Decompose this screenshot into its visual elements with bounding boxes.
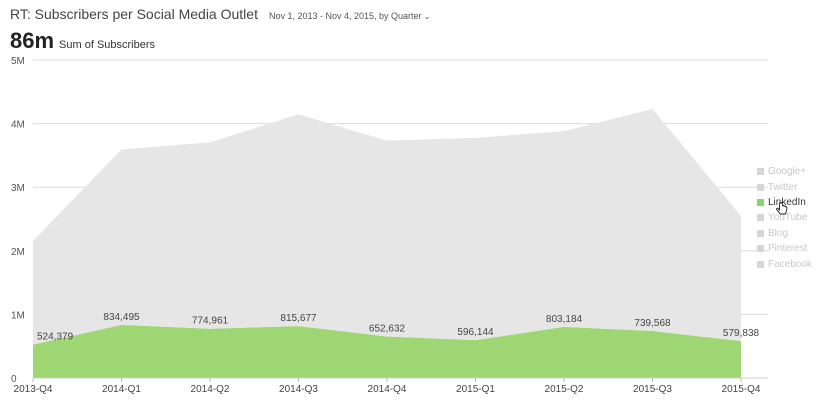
legend-item-facebook[interactable]: Facebook: [757, 256, 812, 271]
kpi-summary: 86m Sum of Subscribers: [10, 28, 155, 54]
legend-label: Blog: [768, 227, 789, 239]
chart-header: RT: Subscribers per Social Media Outlet …: [10, 6, 430, 22]
data-label: 596,144: [457, 327, 494, 338]
legend-item-twitter[interactable]: Twitter: [757, 179, 812, 194]
x-tick-label: 2014-Q1: [102, 384, 141, 395]
legend-swatch: [757, 229, 764, 237]
date-range-filter[interactable]: Nov 1, 2013 - Nov 4, 2015, by Quarter ⌄: [269, 11, 430, 21]
kpi-label: Sum of Subscribers: [59, 39, 156, 51]
legend-swatch: [757, 183, 764, 191]
x-tick-label: 2014-Q2: [191, 384, 230, 395]
data-label: 652,632: [369, 323, 406, 334]
chart-title: RT: Subscribers per Social Media Outlet: [10, 6, 258, 22]
data-label: 834,495: [103, 312, 140, 323]
data-label: 739,568: [634, 318, 671, 329]
x-tick-label: 2015-Q2: [545, 384, 584, 395]
y-tick-label: 2M: [11, 247, 25, 258]
legend-swatch: [757, 168, 764, 176]
data-label: 803,184: [546, 314, 583, 325]
hand-cursor-icon: [776, 202, 788, 215]
area-chart: 01M2M3M4M5M524,379834,495 774,961 815,6776…: [11, 56, 768, 395]
legend-label: Google+: [768, 166, 807, 178]
kpi-value: 86m: [10, 28, 55, 53]
chevron-down-icon: ⌄: [423, 12, 431, 21]
legend-item-blog[interactable]: Blog: [757, 226, 812, 241]
legend: Google+ Twitter LinkedIn YouTube Blog Pi…: [757, 164, 812, 272]
y-tick-label: 1M: [11, 310, 25, 321]
legend-item-google-plus[interactable]: Google+: [757, 164, 812, 179]
date-range-label: Nov 1, 2013 - Nov 4, 2015, by Quarter: [268, 11, 422, 21]
x-tick-label: 2013-Q4: [14, 384, 53, 395]
legend-item-pinterest[interactable]: Pinterest: [757, 241, 812, 256]
data-label: 579,838: [723, 328, 760, 339]
data-label: 774,961: [192, 316, 229, 327]
legend-swatch: [757, 198, 764, 206]
y-tick-label: 5M: [11, 56, 25, 67]
x-tick-label: 2015-Q1: [456, 384, 495, 395]
legend-swatch: [757, 260, 764, 268]
x-tick-label: 2015-Q4: [722, 384, 761, 395]
series-area-other-outlets: [33, 108, 741, 345]
x-tick-label: 2014-Q3: [279, 384, 318, 395]
legend-swatch: [757, 214, 764, 222]
legend-label: Twitter: [768, 181, 798, 193]
legend-label: Pinterest: [768, 243, 808, 255]
data-label: 815,677: [280, 313, 317, 324]
x-tick-label: 2015-Q3: [633, 384, 672, 395]
y-tick-label: 3M: [11, 183, 25, 194]
data-label: 524,379: [37, 332, 74, 343]
legend-swatch: [757, 245, 764, 253]
y-tick-label: 4M: [11, 120, 25, 131]
x-tick-label: 2014-Q4: [368, 384, 407, 395]
legend-label: Facebook: [768, 258, 812, 270]
